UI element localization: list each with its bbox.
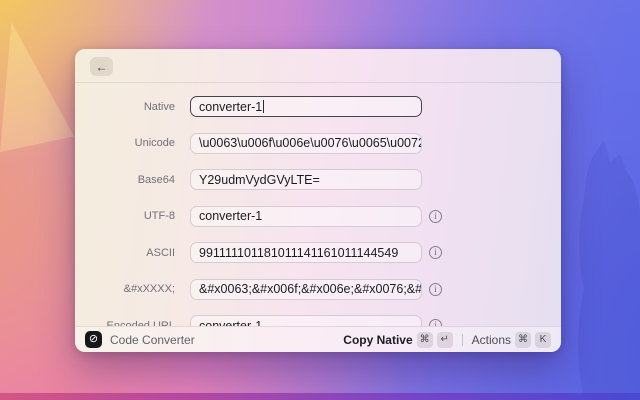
copy-native-button[interactable]: Copy Native ⌘ ↵ [343, 332, 452, 348]
ascii-input[interactable]: 991111101181011141161011144549 [190, 242, 422, 263]
return-key-icon: ↵ [437, 332, 453, 348]
footer-divider [462, 334, 463, 346]
info-icon[interactable]: i [429, 319, 442, 326]
converter-form: Native converter-1 Unicode \u0063\u006f\… [75, 83, 561, 326]
base64-input[interactable]: Y29udmVydGVyLTE= [190, 169, 422, 190]
info-icon[interactable]: i [429, 283, 442, 296]
text-caret [263, 100, 264, 113]
wallpaper-bottom-strip [0, 393, 640, 400]
unicode-label: Unicode [75, 137, 190, 149]
native-input[interactable]: converter-1 [190, 96, 422, 117]
ascii-label: ASCII [75, 247, 190, 259]
hex-entity-input[interactable]: &#x0063;&#x006f;&#x006e;&#x0076;&#x0065;… [190, 279, 422, 300]
form-row-encoded-url: Encoded URL converter-1 i [75, 315, 561, 326]
action-bar: ⊘ Code Converter Copy Native ⌘ ↵ Actions… [75, 326, 561, 352]
native-label: Native [75, 101, 190, 113]
form-row-unicode: Unicode \u0063\u006f\u006e\u0076\u0065\u… [75, 133, 561, 154]
base64-label: Base64 [75, 174, 190, 186]
k-key-icon: K [535, 332, 551, 348]
back-button[interactable]: ← [90, 57, 113, 76]
unicode-value: \u0063\u006f\u006e\u0076\u0065\u0072\u00… [199, 136, 422, 150]
ascii-value: 991111101181011141161011144549 [199, 246, 398, 260]
utf8-value: converter-1 [199, 209, 262, 223]
form-row-hex-entity: &#xXXXX; &#x0063;&#x006f;&#x006e;&#x0076… [75, 279, 561, 300]
base64-value: Y29udmVydGVyLTE= [199, 173, 320, 187]
back-arrow-icon: ← [96, 60, 108, 74]
actions-label: Actions [472, 333, 511, 347]
utf8-label: UTF-8 [75, 210, 190, 222]
native-value: converter-1 [199, 100, 262, 114]
command-key-icon: ⌘ [417, 332, 433, 348]
utf8-input[interactable]: converter-1 [190, 206, 422, 227]
converter-glyph-icon: ⊘ [89, 334, 98, 345]
app-name: Code Converter [110, 333, 195, 347]
form-row-base64: Base64 Y29udmVydGVyLTE= [75, 169, 561, 190]
info-icon[interactable]: i [429, 210, 442, 223]
encoded-url-input[interactable]: converter-1 [190, 315, 422, 326]
form-row-native: Native converter-1 [75, 96, 561, 117]
info-icon[interactable]: i [429, 246, 442, 259]
encoded-url-value: converter-1 [199, 319, 262, 327]
code-converter-window: ← Native converter-1 Unicode \u0063\u006… [75, 49, 561, 352]
form-row-utf8: UTF-8 converter-1 i [75, 206, 561, 227]
hex-entity-value: &#x0063;&#x006f;&#x006e;&#x0076;&#x0065;… [199, 282, 422, 296]
window-header: ← [75, 49, 561, 83]
hex-entity-label: &#xXXXX; [75, 283, 190, 295]
code-converter-app-icon: ⊘ [85, 331, 102, 348]
wallpaper-cat-silhouette [554, 140, 640, 400]
copy-native-label: Copy Native [343, 333, 412, 347]
form-row-ascii: ASCII 991111101181011141161011144549 i [75, 242, 561, 263]
command-key-icon: ⌘ [515, 332, 531, 348]
unicode-input[interactable]: \u0063\u006f\u006e\u0076\u0065\u0072\u00… [190, 133, 422, 154]
actions-button[interactable]: Actions ⌘ K [472, 332, 551, 348]
